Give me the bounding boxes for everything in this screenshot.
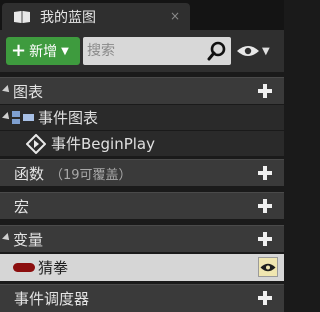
tree-item-event-graph[interactable]: 事件图表 xyxy=(0,105,284,130)
add-new-button[interactable]: + 新增 ▼ xyxy=(6,37,80,65)
add-macro-icon[interactable] xyxy=(256,197,274,215)
tab-title: 我的蓝图 xyxy=(40,9,96,26)
section-functions[interactable]: 函数 （19可覆盖） xyxy=(0,159,284,186)
variable-type-pin-icon xyxy=(13,263,35,272)
search-icon[interactable] xyxy=(207,41,227,61)
eye-icon xyxy=(260,263,276,271)
section-macros[interactable]: 宏 xyxy=(0,192,284,219)
event-node-icon xyxy=(26,134,46,154)
section-title: 函数 （19可覆盖） xyxy=(14,163,132,184)
tab-my-blueprint[interactable]: 我的蓝图 × xyxy=(2,3,190,30)
tab-bar: 我的蓝图 × xyxy=(0,0,284,30)
section-title: 宏 xyxy=(14,197,30,216)
tree-item-label: 事件图表 xyxy=(38,109,99,127)
toolbar: + 新增 ▼ ▼ xyxy=(0,30,284,72)
add-variable-icon[interactable] xyxy=(256,230,274,248)
variable-visibility-button[interactable] xyxy=(258,257,278,277)
functions-title: 函数 xyxy=(14,164,45,183)
section-title: 变量 xyxy=(13,230,44,249)
section-title: 图表 xyxy=(13,82,44,101)
chevron-down-icon: ▼ xyxy=(262,45,270,57)
close-icon[interactable]: × xyxy=(170,9,180,23)
add-graph-icon[interactable] xyxy=(256,82,274,100)
section-title: 事件调度器 xyxy=(14,290,90,308)
view-options-button[interactable]: ▼ xyxy=(236,40,280,62)
section-event-dispatchers[interactable]: 事件调度器 xyxy=(0,284,284,312)
search-box xyxy=(83,37,231,65)
variable-name: 猜拳 xyxy=(38,259,69,277)
eye-icon xyxy=(237,46,259,56)
event-graph-icon xyxy=(12,111,34,124)
book-icon xyxy=(12,9,32,25)
search-input[interactable] xyxy=(87,40,203,62)
section-graphs[interactable]: 图表 xyxy=(0,77,284,104)
collapse-arrow-icon[interactable] xyxy=(2,85,12,95)
section-variables[interactable]: 变量 xyxy=(0,225,284,252)
functions-override-count: （19可覆盖） xyxy=(50,167,132,183)
chevron-down-icon: ▼ xyxy=(61,45,69,57)
add-event-dispatcher-icon[interactable] xyxy=(256,289,274,307)
collapse-arrow-icon[interactable] xyxy=(2,233,12,243)
tree-item-label: 事件BeginPlay xyxy=(51,135,155,153)
add-function-icon[interactable] xyxy=(256,164,274,182)
collapse-arrow-icon[interactable] xyxy=(2,112,12,122)
plus-icon: + xyxy=(11,40,27,61)
variable-item[interactable]: 猜拳 xyxy=(0,254,284,281)
tree-item-begin-play[interactable]: 事件BeginPlay xyxy=(0,131,284,156)
add-new-label: 新增 xyxy=(29,44,58,60)
